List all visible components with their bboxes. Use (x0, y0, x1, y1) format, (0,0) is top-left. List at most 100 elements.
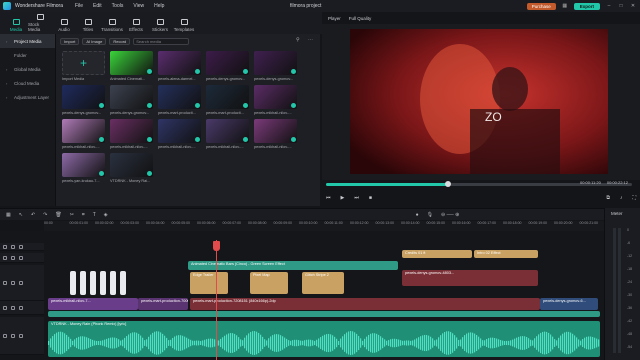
video-clip[interactable]: pexels-mart-production-7208151 (840x166p… (190, 298, 540, 310)
text-clip[interactable]: Edge Trailer (190, 272, 228, 294)
toolbar-audio[interactable]: Audio (52, 14, 76, 34)
effect-clip[interactable]: Animated Cinematic Bars (Cinco) - Green … (188, 261, 398, 270)
mute-icon[interactable] (19, 333, 23, 338)
eye-icon[interactable] (11, 244, 15, 249)
video-frame[interactable]: ZO (350, 29, 608, 174)
quality-select[interactable]: Full Quality (349, 16, 372, 21)
mic-icon[interactable]: 🎙 (427, 212, 433, 218)
video-clip[interactable]: pexels-mikhail-nilov-7... (48, 298, 138, 310)
stop-icon[interactable]: ■ (369, 195, 372, 201)
play-icon[interactable]: ▶ (341, 195, 345, 201)
video-clip[interactable]: pexels-denys-gromov-6... (540, 298, 598, 310)
redo-icon[interactable]: ↷ (43, 212, 47, 218)
toolbar-titles[interactable]: Titles (76, 14, 100, 34)
sidebar-item-adjustment-layer[interactable]: › Adjustment Layer (0, 90, 55, 104)
ai-image-button[interactable]: AI Image (82, 37, 107, 45)
lock-icon[interactable] (3, 244, 7, 249)
title-clip[interactable]: Intro 02 Effect (474, 250, 538, 258)
media-thumbnail[interactable] (62, 85, 105, 109)
record-button[interactable]: Record (109, 37, 131, 45)
text-icon[interactable]: T (93, 212, 96, 218)
track-header[interactable] (0, 243, 44, 251)
eye-icon[interactable] (11, 305, 15, 310)
audio-icon[interactable]: ♪ (620, 195, 623, 201)
select-icon[interactable]: ↖ (19, 212, 23, 218)
undo-icon[interactable]: ↶ (31, 212, 35, 218)
media-thumbnail[interactable] (62, 153, 105, 177)
sidebar-item-cloud-media[interactable]: › Cloud Media (0, 76, 55, 90)
menu-edit[interactable]: Edit (93, 3, 102, 9)
lock-icon[interactable] (3, 305, 7, 310)
marker-icon[interactable]: ◈ (104, 212, 108, 218)
player-tab[interactable]: Player (328, 16, 341, 21)
media-thumbnail[interactable] (254, 51, 297, 75)
audio-clip[interactable]: VTDRNK - Money Rain (Phonk Remix) [lyric… (48, 321, 600, 357)
search-input[interactable]: Search media (133, 37, 190, 45)
prev-frame-icon[interactable]: ⏮ (326, 195, 331, 201)
close-icon[interactable]: ✕ (630, 3, 636, 9)
media-thumbnail[interactable] (110, 119, 153, 143)
eye-icon[interactable] (11, 280, 15, 285)
overlay-clip[interactable] (100, 271, 106, 295)
media-thumbnail[interactable] (206, 119, 249, 143)
overlay-clip[interactable] (120, 271, 126, 295)
mute-icon[interactable] (19, 244, 23, 249)
track-header[interactable] (0, 265, 44, 301)
media-thumbnail[interactable] (206, 51, 249, 75)
toolbar-transitions[interactable]: Transitions (100, 14, 124, 34)
timeline-ruler[interactable]: 00:00 00:00:01:00 00:00:02:00 00:00:03:00 00… (44, 221, 604, 231)
next-frame-icon[interactable]: ⏭ (354, 195, 359, 201)
mute-icon[interactable] (19, 255, 23, 260)
more-icon[interactable]: ⋯ (308, 37, 313, 43)
purchase-button[interactable]: Purchase (526, 2, 556, 10)
media-thumbnail[interactable] (158, 51, 201, 75)
menu-help[interactable]: Help (154, 3, 164, 9)
overlay-clip[interactable] (90, 271, 96, 295)
toolbar-media[interactable]: Media (4, 14, 28, 34)
text-clip[interactable]: Pixel Map (250, 272, 288, 294)
overlay-clip[interactable] (80, 271, 86, 295)
overlay-clip[interactable] (110, 271, 116, 295)
text-clip[interactable]: Glitch Stripe 2 (302, 272, 344, 294)
eye-icon[interactable] (11, 255, 15, 260)
overlay-clip[interactable] (70, 271, 76, 295)
track-header[interactable] (0, 301, 44, 315)
effect-clip[interactable] (48, 311, 600, 317)
toolbar-effects[interactable]: Effects (124, 14, 148, 34)
scrubber-handle[interactable] (445, 181, 452, 187)
mute-icon[interactable] (19, 280, 23, 285)
filter-icon[interactable]: ⚲ (296, 37, 300, 43)
export-button[interactable]: Export (573, 2, 600, 10)
toolbar-stock-media[interactable]: Stock Media (28, 14, 52, 34)
layout-grid-icon[interactable]: ▦ (6, 212, 11, 218)
toolbar-templates[interactable]: Templates (172, 14, 196, 34)
lock-icon[interactable] (3, 280, 7, 285)
lock-icon[interactable] (3, 333, 7, 338)
media-thumbnail[interactable] (110, 153, 153, 177)
lock-icon[interactable] (3, 255, 7, 260)
video-clip[interactable]: pexels-denys-gromov-4803... (402, 270, 538, 286)
mute-icon[interactable] (19, 305, 23, 310)
import-button[interactable]: Import (60, 37, 80, 45)
media-thumbnail[interactable] (62, 119, 105, 143)
split-icon[interactable]: ✂ (70, 212, 74, 218)
snapshot-icon[interactable]: ⧉ (606, 195, 610, 201)
menu-file[interactable]: File (75, 3, 83, 9)
record-icon[interactable]: ● (416, 212, 419, 218)
media-thumbnail[interactable] (254, 85, 297, 109)
crop-icon[interactable]: ⌗ (82, 212, 85, 218)
toolbar-stickers[interactable]: Stickers (148, 14, 172, 34)
media-thumbnail[interactable] (158, 119, 201, 143)
zoom-slider-icon[interactable]: ⊖ ── ⊕ (441, 212, 459, 218)
media-thumbnail[interactable] (254, 119, 297, 143)
video-clip[interactable]: pexels-mart-production-7006... (138, 298, 188, 310)
sidebar-item-project-media[interactable]: › Project Media (0, 34, 55, 48)
track-header[interactable] (0, 317, 44, 355)
menu-tools[interactable]: Tools (112, 3, 124, 9)
layout-icon[interactable]: ▦ (562, 3, 568, 9)
sidebar-item-global-media[interactable]: › Global Media (0, 62, 55, 76)
maximize-icon[interactable]: □ (618, 3, 624, 9)
delete-icon[interactable]: 🗑 (55, 212, 61, 218)
menu-view[interactable]: View (133, 3, 144, 9)
track-header[interactable] (0, 253, 44, 263)
